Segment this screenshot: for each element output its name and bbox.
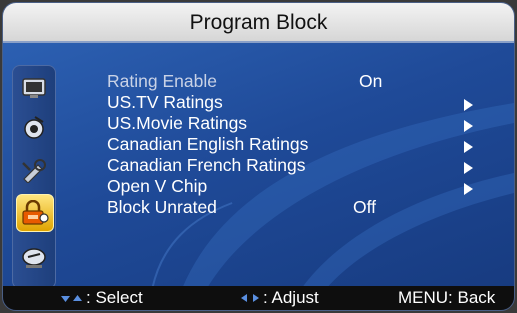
menu-item-label: Open V Chip: [107, 176, 208, 196]
menu-panel: Rating Enable On US.TV Ratings US.Movie …: [3, 43, 514, 289]
menu-item-value: Off: [353, 197, 377, 217]
picture-icon[interactable]: [20, 74, 48, 102]
menu-item-label: US.Movie Ratings: [107, 113, 248, 133]
menu-item-us-tv-ratings[interactable]: US.TV Ratings: [107, 92, 487, 113]
menu-item-canadian-english-ratings[interactable]: Canadian English Ratings: [107, 134, 487, 155]
back-hint: MENU: Back: [398, 286, 495, 310]
menu-item-label: Canadian French Ratings: [107, 155, 306, 175]
menu-item-block-unrated[interactable]: Block Unrated Off: [107, 197, 487, 218]
audio-icon[interactable]: [20, 114, 48, 142]
lock-icon[interactable]: [16, 194, 54, 232]
arrow-up-icon: [73, 286, 82, 310]
setup-icon[interactable]: [20, 156, 48, 184]
back-hint-label: MENU: Back: [398, 288, 496, 307]
menu-item-canadian-french-ratings[interactable]: Canadian French Ratings: [107, 155, 487, 176]
adjust-hint-label: : Adjust: [263, 288, 319, 307]
category-sidebar: [12, 65, 56, 289]
menu-item-label: Canadian English Ratings: [107, 134, 309, 154]
select-hint-label: : Select: [86, 288, 143, 307]
channel-icon[interactable]: [20, 244, 48, 272]
menu-title: Program Block: [3, 3, 514, 43]
adjust-hint: : Adjust: [239, 286, 319, 310]
menu-item-us-movie-ratings[interactable]: US.Movie Ratings: [107, 113, 487, 134]
submenu-arrow-icon: [464, 183, 473, 195]
arrow-down-icon: [61, 286, 70, 310]
menu-item-label: US.TV Ratings: [107, 92, 223, 112]
submenu-arrow-icon: [464, 99, 473, 111]
osd-menu-window: Program Block Rating Enable On US.TV Rat…: [2, 2, 515, 311]
menu-item-rating-enable[interactable]: Rating Enable On: [107, 71, 487, 92]
menu-item-value: On: [359, 71, 383, 91]
menu-item-open-v-chip[interactable]: Open V Chip: [107, 176, 487, 197]
submenu-arrow-icon: [464, 120, 473, 132]
submenu-arrow-icon: [464, 141, 473, 153]
arrow-right-icon: [251, 286, 261, 310]
submenu-arrow-icon: [464, 162, 473, 174]
arrow-left-icon: [239, 286, 249, 310]
settings-list: Rating Enable On US.TV Ratings US.Movie …: [107, 71, 487, 218]
select-hint: : Select: [61, 286, 143, 310]
menu-item-label: Rating Enable: [107, 71, 217, 91]
menu-item-label: Block Unrated: [107, 197, 217, 217]
key-hint-bar: : Select : Adjust MENU: Back: [3, 286, 514, 310]
